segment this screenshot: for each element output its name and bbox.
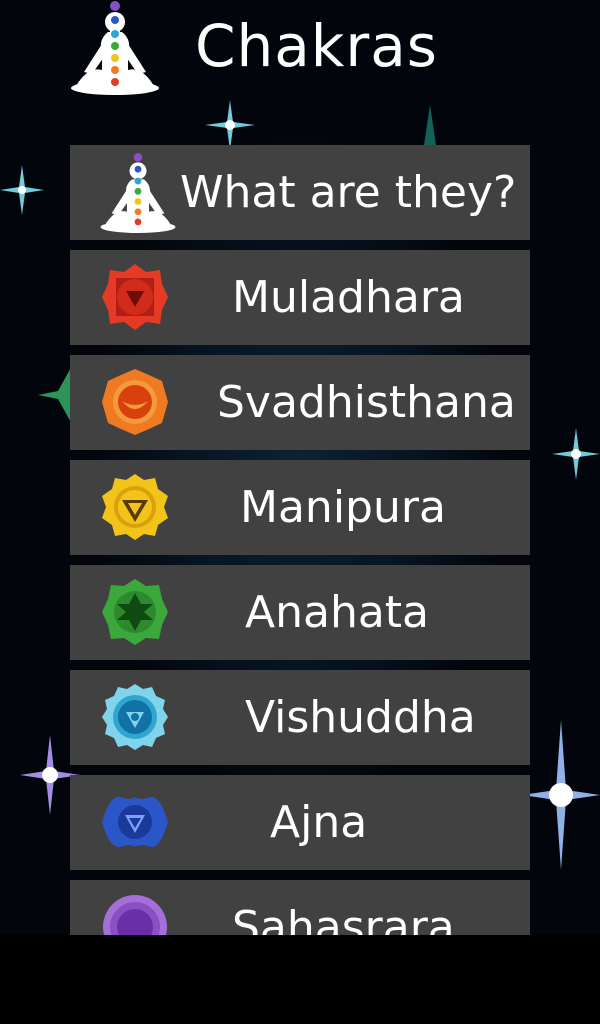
menu-item-label: Sahasrara xyxy=(232,902,455,935)
menu-item-label: Manipura xyxy=(240,482,446,533)
throat-chakra-icon xyxy=(102,684,168,750)
crown-chakra-icon xyxy=(103,895,167,935)
sparkle-icon xyxy=(552,428,600,480)
menu-item-label: What are they? xyxy=(180,167,517,218)
sparkle-icon xyxy=(522,720,600,870)
app-header: Chakras xyxy=(0,0,600,100)
chakra-menu-list[interactable]: What are they? Muladhara Svadhisthana Ma… xyxy=(70,145,530,935)
menu-item-what-are-they[interactable]: What are they? xyxy=(70,145,530,240)
app-title: Chakras xyxy=(195,12,438,80)
third-eye-chakra-icon xyxy=(102,796,168,848)
menu-item-label: Ajna xyxy=(270,797,368,848)
menu-item-manipura[interactable]: Manipura xyxy=(70,460,530,555)
heart-chakra-icon xyxy=(102,579,168,645)
menu-item-anahata[interactable]: Anahata xyxy=(70,565,530,660)
meditating-figure-icon xyxy=(71,1,159,95)
sparkle-icon xyxy=(390,105,470,150)
menu-item-label: Anahata xyxy=(245,587,430,638)
menu-item-sahasrara[interactable]: Sahasrara xyxy=(70,880,530,935)
menu-item-svadhisthana[interactable]: Svadhisthana xyxy=(70,355,530,450)
sparkle-icon xyxy=(205,100,255,150)
solar-plexus-chakra-icon xyxy=(102,474,168,540)
menu-item-label: Vishuddha xyxy=(245,692,476,743)
meditating-figure-icon xyxy=(100,153,176,233)
menu-item-muladhara[interactable]: Muladhara xyxy=(70,250,530,345)
sacral-chakra-icon xyxy=(102,369,168,435)
menu-item-ajna[interactable]: Ajna xyxy=(70,775,530,870)
menu-item-label: Svadhisthana xyxy=(217,377,516,428)
bottom-black-bar xyxy=(0,935,600,1024)
menu-item-label: Muladhara xyxy=(232,272,465,323)
sparkle-icon xyxy=(0,165,44,215)
root-chakra-icon xyxy=(102,264,168,330)
menu-item-vishuddha[interactable]: Vishuddha xyxy=(70,670,530,765)
